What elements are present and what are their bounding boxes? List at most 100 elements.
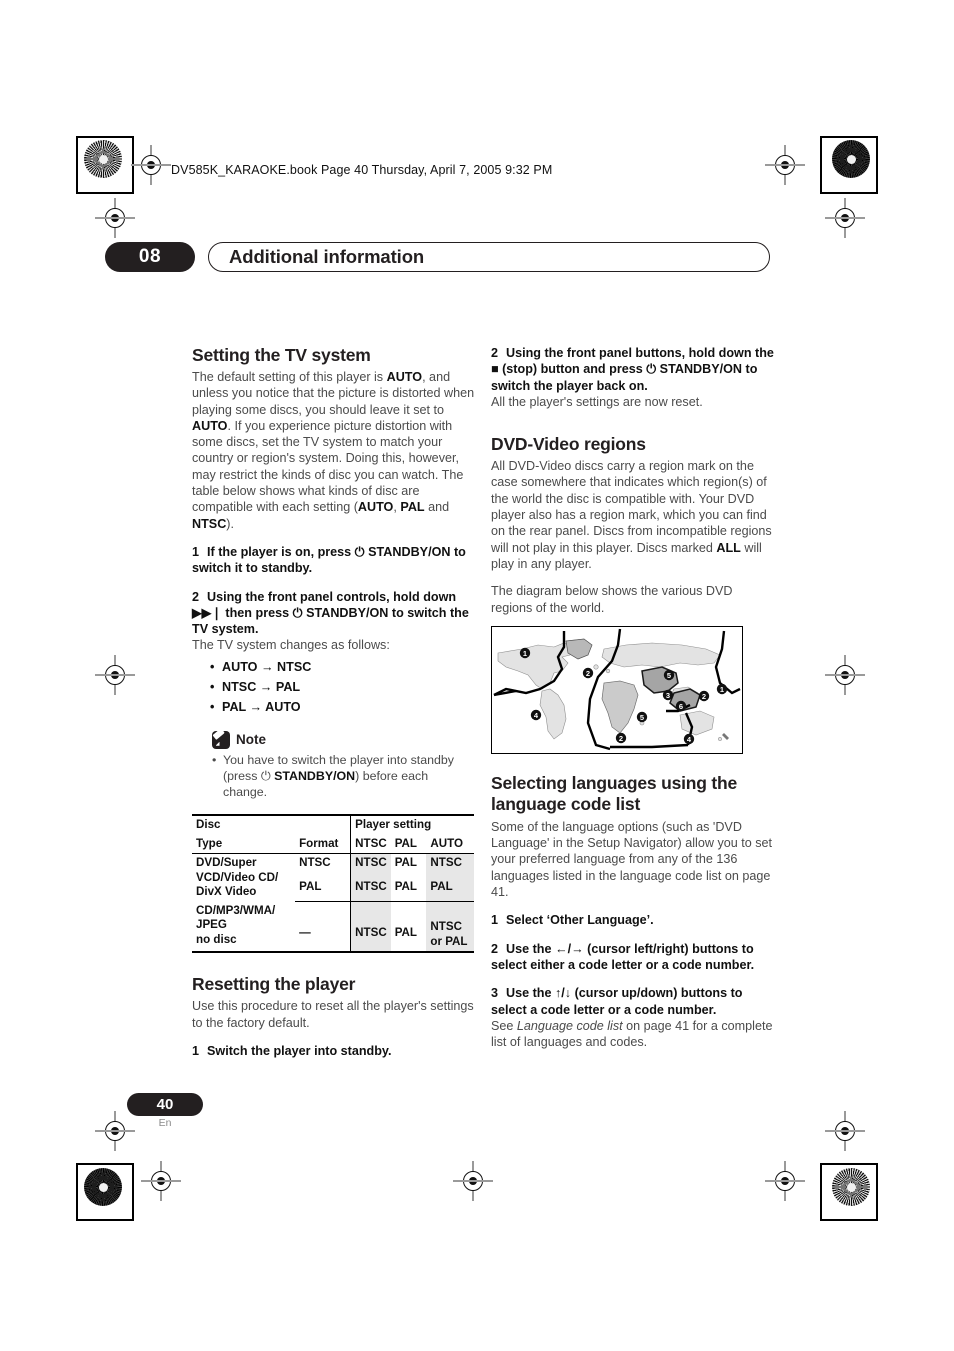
list-item: NTSC → PAL [210,677,475,697]
paragraph-tv-system-intro: The default setting of this player is AU… [192,370,475,531]
step-tv-1: 1 If the player is on, press ⏻ STANDBY/ON… [192,544,475,577]
crop-mark-tr-h2 [820,192,878,194]
cell-pal: PAL [394,856,418,870]
registration-mark-right-upper [825,198,865,238]
disc-type-line: DivX Video [196,885,257,899]
svg-text:5: 5 [667,671,671,680]
step-number: 2 [491,346,499,360]
disc-type-line: VCD/Video CD/ [196,870,279,884]
left-column: Setting the TV system The default settin… [192,345,475,1059]
cell-auto: NTSC or PAL [426,901,474,954]
disc-type-line: no disc [196,932,237,946]
step-number: 2 [491,941,499,956]
list-item: PAL → AUTO [210,697,475,717]
crop-mark-bl-h2 [76,1219,134,1221]
paragraph-language-closing: See Language code list on page 41 for a … [491,1018,773,1050]
header-auto: AUTO [426,834,474,855]
heading-resetting-player: Resetting the player [192,974,356,995]
step-reset-1: 1 Switch the player into standby. [192,1043,475,1059]
registration-mark-bottom-left [141,1161,181,1201]
rosette-mark-top-right [832,140,870,178]
header-pal: PAL [390,834,427,855]
registration-mark-left-middle [95,655,135,695]
cell-format: — [295,901,352,954]
header-format: Format [295,834,352,855]
chapter-number-badge: 08 [105,242,195,272]
crop-mark-tr-v [820,136,822,194]
step-lang-2: 2 Use the ←/→ (cursor left/right) buttons… [491,941,774,974]
step-text: Use the ↑/↓ (cursor up/down) buttons to … [491,986,743,1017]
cell-format: PAL [295,877,352,903]
step-text: Use the ←/→ (cursor left/right) buttons … [491,941,755,972]
cell-ntsc: NTSC [350,877,391,903]
registration-mark-left-upper [95,198,135,238]
registration-mark-bottom-right [765,1161,805,1201]
cell-format: NTSC [295,853,352,878]
chapter-header: 08 Additional information [105,242,770,272]
step-reset-2: 2 Using the front panel buttons, hold dow… [491,345,774,394]
crop-mark-tl-h [76,136,134,138]
registration-mark-right-middle [825,655,865,695]
crop-mark-bl-v2 [76,1163,78,1221]
cell-pal: PAL [390,901,427,954]
crop-mark-br-v [820,1163,822,1221]
note-header: Note [212,730,475,749]
svg-text:2: 2 [619,734,623,743]
step-number: 3 [491,986,499,1001]
tv-system-transition-list: AUTO → NTSC NTSC → PAL PAL → AUTO [192,657,475,717]
table-header-row-1: Disc Player setting [192,814,474,835]
step-text: Switch the player into standby. [207,1043,392,1058]
svg-text:2: 2 [586,669,590,678]
header-disc: Disc [192,814,296,835]
svg-text:3: 3 [666,691,670,700]
step-tv-2-sub: The TV system changes as follows: [192,638,390,653]
header-spacer [295,814,352,835]
registration-mark-right-lower [825,1111,865,1151]
paragraph-languages-intro: Some of the language options (such as 'D… [491,819,773,900]
step-text: If the player is on, press ⏻ STANDBY/ON … [192,544,466,576]
paragraph-regions-1: All DVD-Video discs carry a region mark … [491,459,772,571]
list-item: You have to switch the player into stand… [212,752,475,801]
note-title: Note [236,731,266,747]
paragraph-regions-2: The diagram below shows the various DVD … [491,584,733,615]
crop-mark-tl-h2 [76,192,134,194]
svg-text:1: 1 [523,649,527,658]
chapter-title-pill: Additional information [208,242,770,272]
svg-text:5: 5 [640,713,644,722]
svg-text:2: 2 [702,692,706,701]
step-number: 1 [491,913,499,928]
world-map-svg: 1 2 4 5 3 6 5 2 4 1 2 [492,626,742,753]
cell-pal: PAL [390,877,427,903]
book-header-line: DV585K_KARAOKE.book Page 40 Thursday, Ap… [171,163,553,177]
step-number: 1 [192,1043,200,1058]
step-lang-3: 3 Use the ↑/↓ (cursor up/down) buttons to… [491,985,774,1018]
step-number: 2 [192,589,200,604]
registration-mark-top-left [131,145,171,185]
right-column: 2 Using the front panel buttons, hold dow… [491,345,774,1050]
cell-auto: NTSC [426,853,474,878]
dvd-region-world-map: 1 2 4 5 3 6 5 2 4 1 2 [491,625,743,754]
pencil-icon [212,730,230,749]
disc-type-line: CD/MP3/WMA/ [196,903,276,917]
svg-text:6: 6 [679,702,683,711]
page-language-code: En [158,1117,172,1129]
crop-mark-br-v2 [876,1163,878,1221]
table-header-row-2: Type Format NTSC PAL AUTO [192,834,474,855]
registration-mark-left-lower [95,1111,135,1151]
step-reset-2-sub: All the player's settings are now reset. [491,394,703,409]
step-number: 1 [192,544,200,559]
cell-ntsc: NTSC [350,901,391,954]
step-tv-2: 2 Using the front panel controls, hold do… [192,589,475,638]
heading-selecting-languages: Selecting languages using the language c… [491,772,738,814]
disc-type-line: JPEG [196,918,227,932]
list-item: AUTO → NTSC [210,657,475,677]
page-number-badge: 40 [127,1093,203,1116]
rosette-mark-top-left [84,140,122,178]
note-items: You have to switch the player into stand… [212,752,475,801]
rosette-mark-bottom-right [832,1168,870,1206]
crop-mark-tr-v2 [876,136,878,194]
cell-disc-type-1: DVD/Super VCD/Video CD/ DivX Video [192,854,295,902]
crop-mark-br-h [820,1163,878,1165]
header-player-setting: Player setting [350,814,474,835]
cell-disc-type-2: CD/MP3/WMA/ JPEG no disc [192,901,296,954]
